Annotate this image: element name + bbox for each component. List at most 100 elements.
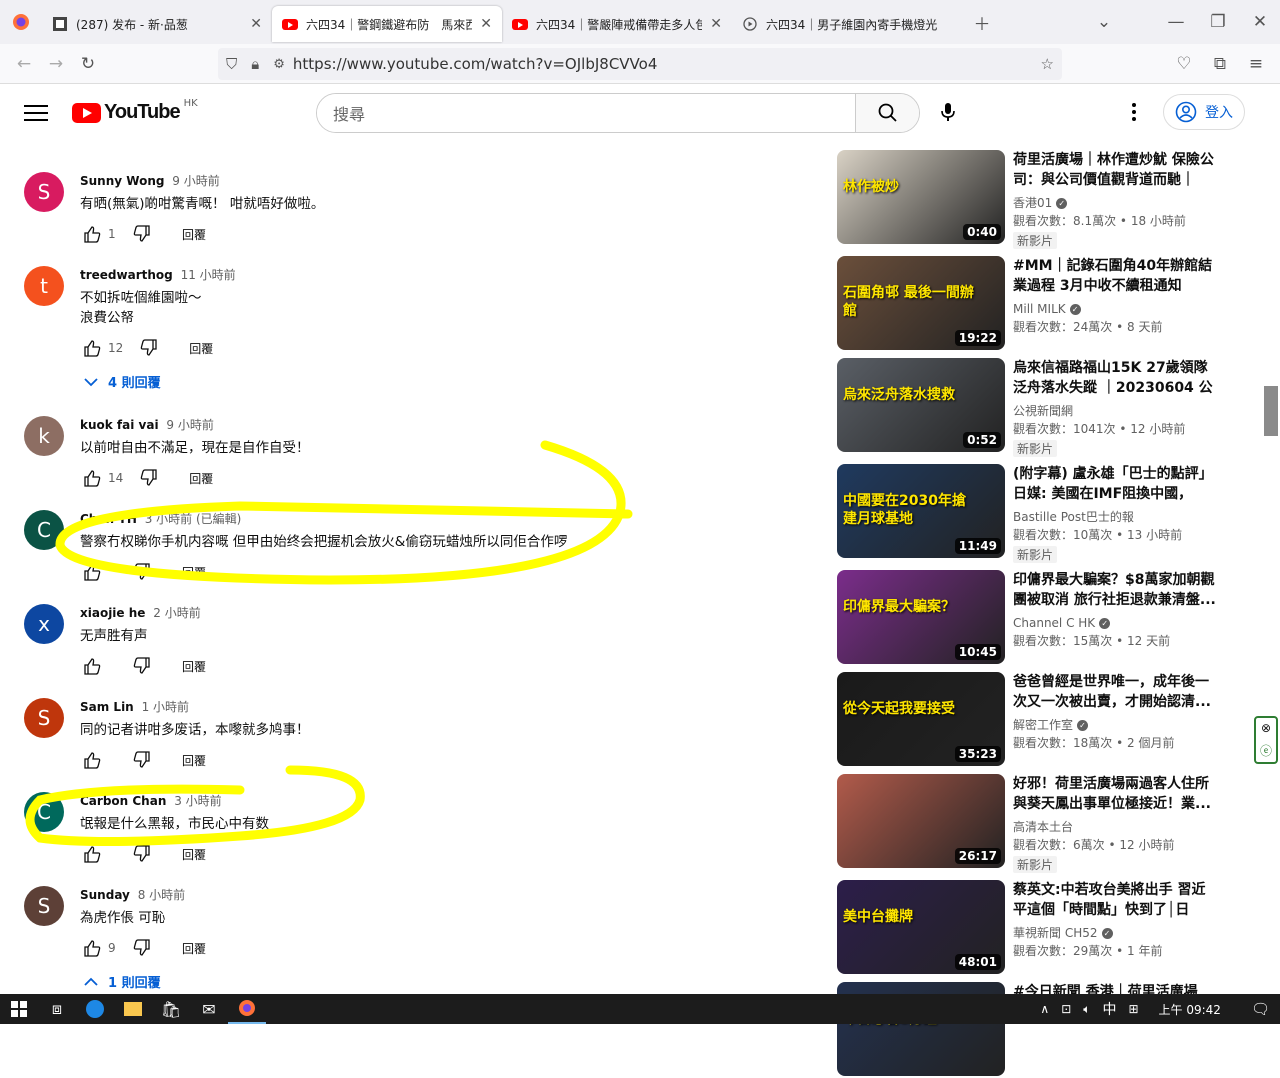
comment-time[interactable]: 2 小時前 (153, 606, 200, 620)
video-thumbnail[interactable]: 烏來泛舟落水搜救 0:52 (837, 358, 1005, 452)
tray-chevron-icon[interactable]: ∧ (1040, 1002, 1049, 1016)
lock-icon[interactable]: 🔒︎ (251, 55, 259, 73)
comment-author[interactable]: Carbon Chan (80, 794, 166, 808)
comment-time[interactable]: 9 小時前 (166, 418, 213, 432)
video-title[interactable]: 好邪！荷里活廣場兩過客人住所與葵天鳳出事單位極接近！業... (1013, 774, 1217, 814)
page-scrollbar-thumb[interactable] (1264, 386, 1278, 436)
avatar[interactable]: C (24, 510, 64, 550)
comment-author[interactable]: Sunday (80, 888, 130, 902)
dislike-icon[interactable] (130, 654, 154, 678)
restore-icon[interactable]: ❐ (1202, 6, 1234, 38)
comment-author[interactable]: Sam Lin (80, 700, 134, 714)
comment-author[interactable]: Chan YH (80, 512, 137, 526)
related-video-item[interactable]: 26:17 好邪！荷里活廣場兩過客人住所與葵天鳳出事單位極接近！業... 高清本… (837, 774, 1227, 873)
reply-button[interactable]: 回覆 (182, 226, 206, 243)
url-text[interactable]: https://www.youtube.com/watch?v=OJlbJ8CV… (293, 55, 657, 73)
new-tab-icon[interactable]: ＋ (966, 6, 998, 38)
video-thumbnail[interactable]: 美中台攤牌 48:01 (837, 880, 1005, 974)
avatar[interactable]: S (24, 172, 64, 212)
related-video-item[interactable]: 烏來泛舟落水搜救 0:52 烏來信福路福山15K 27歲領隊泛舟落水失蹤 ｜20… (837, 358, 1227, 457)
edge-icon[interactable] (76, 994, 114, 1024)
like-icon[interactable] (80, 748, 104, 772)
tab-youtube-3[interactable]: 六四34｜男子維園內寄手機燈光 (732, 6, 962, 42)
channel-name[interactable]: 解密工作室 ✓ (1013, 716, 1217, 734)
video-title[interactable]: (附字幕) 盧永雄「巴士的點評」日媒: 美國在IMF阻換中國，未... (1013, 464, 1217, 504)
related-video-item[interactable]: 林作被炒 0:40 荷里活廣場｜林作遭炒魷 保險公司：與公司價值觀背道而馳｜0.… (837, 150, 1227, 249)
video-thumbnail[interactable]: 26:17 (837, 774, 1005, 868)
like-icon[interactable] (80, 654, 104, 678)
comment-author[interactable]: kuok fai vai (80, 418, 159, 432)
channel-name[interactable] (1013, 1026, 1217, 1044)
channel-name[interactable]: Channel C HK ✓ (1013, 614, 1217, 632)
related-video-item[interactable]: 從今天起我要接受 35:23 爸爸曾經是世界唯一，成年後一次又一次被出賣，才開始… (837, 672, 1227, 768)
store-icon[interactable]: 🛍︎ (152, 994, 190, 1024)
reply-button[interactable]: 回覆 (182, 752, 206, 769)
tab-close-icon[interactable]: ✕ (250, 16, 262, 32)
reply-button[interactable]: 回覆 (182, 564, 206, 581)
comment-time[interactable]: 8 小時前 (138, 888, 185, 902)
video-title[interactable]: 烏來信福路福山15K 27歲領隊泛舟落水失蹤 ｜20230604 公視... (1013, 358, 1217, 398)
search-box[interactable]: 搜尋 (316, 93, 920, 133)
dislike-icon[interactable] (130, 842, 154, 866)
start-windows-icon[interactable] (0, 994, 38, 1024)
video-thumbnail[interactable]: 中國要在2030年搶建月球基地 11:49 (837, 464, 1005, 558)
tab-close-icon[interactable]: ✕ (480, 16, 492, 32)
guide-menu-icon[interactable] (24, 102, 48, 122)
file-explorer-icon[interactable] (114, 994, 152, 1024)
tab-close-icon[interactable]: ✕ (710, 16, 722, 32)
task-view-icon[interactable]: ⧈ (38, 994, 76, 1024)
dislike-icon[interactable] (130, 222, 154, 246)
avatar[interactable]: x (24, 604, 64, 644)
video-title[interactable]: 蔡英文:中若攻台美將出手 習近平這個「時間點」快到了│日本... (1013, 880, 1217, 920)
channel-name[interactable]: 高清本土台 (1013, 818, 1217, 836)
extensions-icon[interactable]: ⧉ (1204, 48, 1236, 80)
channel-name[interactable]: 華視新聞 CH52 ✓ (1013, 924, 1217, 942)
channel-name[interactable]: Bastille Post巴士的報 (1013, 508, 1217, 526)
avatar[interactable]: k (24, 416, 64, 456)
address-bar[interactable]: ⛉ 🔒︎ ⚙ https://www.youtube.com/watch?v=O… (218, 48, 1062, 80)
like-icon[interactable] (80, 222, 104, 246)
tab-pincong[interactable]: (287) 发布 - 新·品葱 ✕ (42, 6, 272, 42)
video-thumbnail[interactable]: 林作被炒 0:40 (837, 150, 1005, 244)
search-button[interactable] (855, 94, 919, 132)
close-circle-icon[interactable]: ⊗ (1261, 721, 1271, 735)
video-title[interactable]: 印傭界最大騙案？$8萬家加朝觀團被取消 旅行社拒退款兼清盤... (1013, 570, 1217, 610)
volume-icon[interactable]: 🔈︎ (1083, 1002, 1090, 1017)
related-video-item[interactable]: 中國要在2030年搶建月球基地 11:49 (附字幕) 盧永雄「巴士的點評」日媒… (837, 464, 1227, 563)
firefox-menu-icon[interactable] (0, 0, 42, 44)
comment-author[interactable]: xiaojie he (80, 606, 145, 620)
reply-button[interactable]: 回覆 (189, 340, 213, 357)
hide-replies-toggle[interactable]: 1 則回覆 (84, 972, 161, 991)
tab-youtube-2[interactable]: 六四34｜警嚴陣戒備帶走多人包 ✕ (502, 6, 732, 42)
firefox-taskbar-icon[interactable] (228, 994, 266, 1024)
dislike-icon[interactable] (137, 466, 161, 490)
video-thumbnail[interactable]: 石圍角邨 最後一間辦館 19:22 (837, 256, 1005, 350)
ime-indicator[interactable]: 中 (1102, 999, 1116, 1019)
like-icon[interactable] (80, 936, 104, 960)
avatar[interactable]: S (24, 886, 64, 926)
video-title[interactable]: #MM｜記錄石圍角40年辦館結業過程 3月中收不續租通知 40... (1013, 256, 1217, 296)
forward-icon[interactable]: → (40, 48, 72, 80)
input-mode-icon[interactable]: ⊞ (1128, 1002, 1138, 1016)
more-options-icon[interactable] (1124, 100, 1144, 124)
extension-side-widget[interactable]: ⊗ ⓔ (1254, 716, 1278, 764)
youtube-logo[interactable]: YouTube HK (72, 98, 198, 124)
related-video-item[interactable]: 美中台攤牌 48:01 蔡英文:中若攻台美將出手 習近平這個「時間點」快到了│日… (837, 880, 1227, 976)
reply-button[interactable]: 回覆 (182, 658, 206, 675)
permissions-icon[interactable]: ⚙ (273, 57, 285, 72)
video-thumbnail[interactable]: 印傭界最大騙案？ 10:45 (837, 570, 1005, 664)
avatar[interactable]: t (24, 266, 64, 306)
notification-icon[interactable]: 🗨︎ (1251, 1000, 1270, 1018)
mail-icon[interactable]: ✉ (190, 994, 228, 1024)
back-icon[interactable]: ← (8, 48, 40, 80)
channel-name[interactable]: 香港01 ✓ (1013, 194, 1217, 212)
dislike-icon[interactable] (130, 560, 154, 584)
menu-hamburger-icon[interactable]: ≡ (1240, 48, 1272, 80)
comment-time[interactable]: 3 小時前 (174, 794, 221, 808)
tab-list-chevron-icon[interactable]: ⌄ (1088, 6, 1120, 38)
like-icon[interactable] (80, 336, 104, 360)
channel-name[interactable]: 公視新聞網 (1013, 402, 1217, 420)
e-icon[interactable]: ⓔ (1260, 742, 1272, 759)
dislike-icon[interactable] (130, 936, 154, 960)
reply-button[interactable]: 回覆 (189, 470, 213, 487)
